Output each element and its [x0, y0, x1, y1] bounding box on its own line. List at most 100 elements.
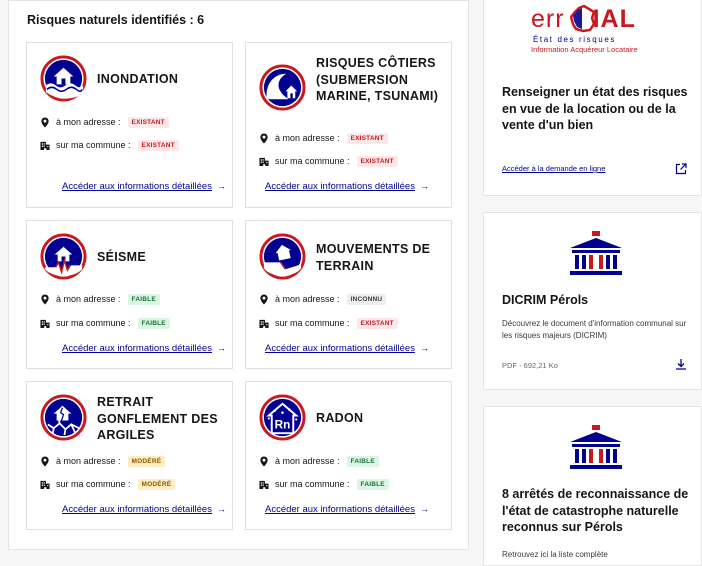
building-icon: [40, 140, 50, 151]
dicrim-card: DICRIM Pérols Découvrez le document d'in…: [483, 212, 702, 390]
building-icon: [40, 479, 50, 490]
details-link[interactable]: Accéder aux informations détaillées →: [62, 343, 226, 354]
arrow-right-icon: →: [419, 343, 429, 353]
status-badge: FAIBLE: [346, 455, 379, 467]
risk-name: RISQUES CÔTIERS (SUBMERSION MARINE, TSUN…: [316, 56, 439, 103]
town-hall-icon: [570, 425, 622, 469]
commune-row: sur ma commune : FAIBLE: [259, 477, 389, 491]
status-badge: FAIBLE: [137, 317, 170, 329]
risk-card-mouvements: MOUVEMENTS DE TERRAIN à mon adresse : IN…: [245, 220, 452, 369]
status-badge: EXISTANT: [137, 139, 179, 151]
section-title: Risques naturels identifiés : 6: [27, 13, 205, 27]
building-icon: [259, 479, 269, 490]
logo-prefix: err: [531, 5, 565, 33]
status-badge: EXISTANT: [356, 155, 398, 167]
risks-panel: Risques naturels identifiés : 6 INONDATI…: [8, 0, 469, 550]
status-badge: EXISTANT: [346, 132, 388, 144]
dicrim-title: DICRIM Pérols: [502, 293, 589, 307]
status-badge: FAIBLE: [127, 293, 160, 305]
details-link[interactable]: Accéder aux informations détaillées →: [265, 343, 429, 354]
location-pin-icon: [40, 456, 50, 467]
details-link-label: Accéder aux informations détaillées: [62, 181, 212, 192]
logo-subtagline: Information Acquéreur Locataire: [531, 45, 638, 54]
address-label: à mon adresse :: [56, 294, 121, 304]
earthquake-icon: [40, 233, 87, 280]
town-hall-icon: [570, 231, 622, 275]
commune-label: sur ma commune :: [275, 156, 350, 166]
arrow-right-icon: →: [216, 504, 226, 514]
commune-label: sur ma commune :: [275, 479, 350, 489]
address-row: à mon adresse : FAIBLE: [259, 454, 379, 468]
commune-label: sur ma commune :: [56, 479, 131, 489]
status-badge: EXISTANT: [356, 317, 398, 329]
commune-row: sur ma commune : EXISTANT: [40, 138, 179, 152]
commune-label: sur ma commune :: [56, 318, 131, 328]
online-request-link[interactable]: Accéder à la demande en ligne: [502, 164, 605, 173]
logo-tagline: État des risques: [533, 35, 616, 44]
svg-text:Rn: Rn: [275, 418, 291, 431]
commune-label: sur ma commune :: [56, 140, 131, 150]
details-link[interactable]: Accéder aux informations détaillées →: [265, 504, 429, 515]
location-pin-icon: [259, 456, 269, 467]
building-icon: [40, 318, 50, 329]
location-pin-icon: [40, 294, 50, 305]
arrow-right-icon: →: [216, 181, 226, 191]
location-pin-icon: [259, 133, 269, 144]
status-badge: FAIBLE: [356, 478, 389, 490]
risk-card-cotiers: RISQUES CÔTIERS (SUBMERSION MARINE, TSUN…: [245, 42, 452, 208]
risk-name: INONDATION: [97, 72, 179, 86]
address-label: à mon adresse :: [275, 133, 340, 143]
radon-icon: Rn: [259, 394, 306, 441]
external-link-icon[interactable]: [675, 163, 687, 175]
errial-logo: err IAL État des risques Information Acqu…: [531, 5, 661, 57]
file-meta: PDF - 692,21 Ko: [502, 361, 558, 370]
building-icon: [259, 318, 269, 329]
landslide-icon: [259, 233, 306, 280]
status-badge: MODÉRÉ: [127, 455, 166, 467]
address-label: à mon adresse :: [275, 456, 340, 466]
details-link[interactable]: Accéder aux informations détaillées →: [62, 181, 226, 192]
clay-shrink-icon: [40, 394, 87, 441]
dicrim-description: Découvrez le document d'information comm…: [502, 319, 687, 340]
france-map-icon: [570, 5, 596, 33]
address-row: à mon adresse : EXISTANT: [40, 115, 169, 129]
download-icon[interactable]: [675, 358, 687, 370]
commune-row: sur ma commune : EXISTANT: [259, 154, 398, 168]
risk-card-seisme: SÉISME à mon adresse : FAIBLE sur ma com…: [26, 220, 233, 369]
status-badge: INCONNU: [346, 293, 387, 305]
arrow-right-icon: →: [216, 343, 226, 353]
logo-suffix: IAL: [592, 5, 636, 33]
details-link-label: Accéder aux informations détaillées: [265, 504, 415, 515]
errial-title: Renseigner un état des risques en vue de…: [502, 85, 688, 132]
building-icon: [259, 156, 269, 167]
details-link-label: Accéder aux informations détaillées: [265, 181, 415, 192]
risk-card-radon: Rn RADON à mon adresse : FAIBLE sur ma c…: [245, 381, 452, 530]
address-row: à mon adresse : INCONNU: [259, 292, 387, 306]
address-row: à mon adresse : EXISTANT: [259, 131, 388, 145]
address-row: à mon adresse : MODÉRÉ: [40, 454, 166, 468]
details-link[interactable]: Accéder aux informations détaillées →: [62, 504, 226, 515]
commune-row: sur ma commune : EXISTANT: [259, 316, 398, 330]
commune-row: sur ma commune : FAIBLE: [40, 316, 170, 330]
risk-name: RETRAIT GONFLEMENT DES ARGILES: [97, 395, 218, 442]
arrow-right-icon: →: [419, 181, 429, 191]
arretes-card: 8 arrêtés de reconnaissance de l'état de…: [483, 406, 702, 566]
errial-card: err IAL État des risques Information Acqu…: [483, 0, 702, 196]
arretes-title: 8 arrêtés de reconnaissance de l'état de…: [502, 487, 689, 534]
details-link-label: Accéder aux informations détaillées: [62, 343, 212, 354]
risk-name: MOUVEMENTS DE TERRAIN: [316, 242, 431, 273]
risk-name: RADON: [316, 411, 364, 425]
location-pin-icon: [259, 294, 269, 305]
coastal-wave-icon: [259, 64, 306, 111]
risk-name: SÉISME: [97, 250, 147, 264]
flood-icon: [40, 55, 87, 102]
details-link[interactable]: Accéder aux informations détaillées →: [265, 181, 429, 192]
location-pin-icon: [40, 117, 50, 128]
status-badge: MODÉRÉ: [137, 478, 176, 490]
details-link-label: Accéder aux informations détaillées: [265, 343, 415, 354]
risk-card-inondation: INONDATION à mon adresse : EXISTANT sur …: [26, 42, 233, 208]
address-label: à mon adresse :: [56, 117, 121, 127]
address-row: à mon adresse : FAIBLE: [40, 292, 160, 306]
commune-label: sur ma commune :: [275, 318, 350, 328]
address-label: à mon adresse :: [56, 456, 121, 466]
